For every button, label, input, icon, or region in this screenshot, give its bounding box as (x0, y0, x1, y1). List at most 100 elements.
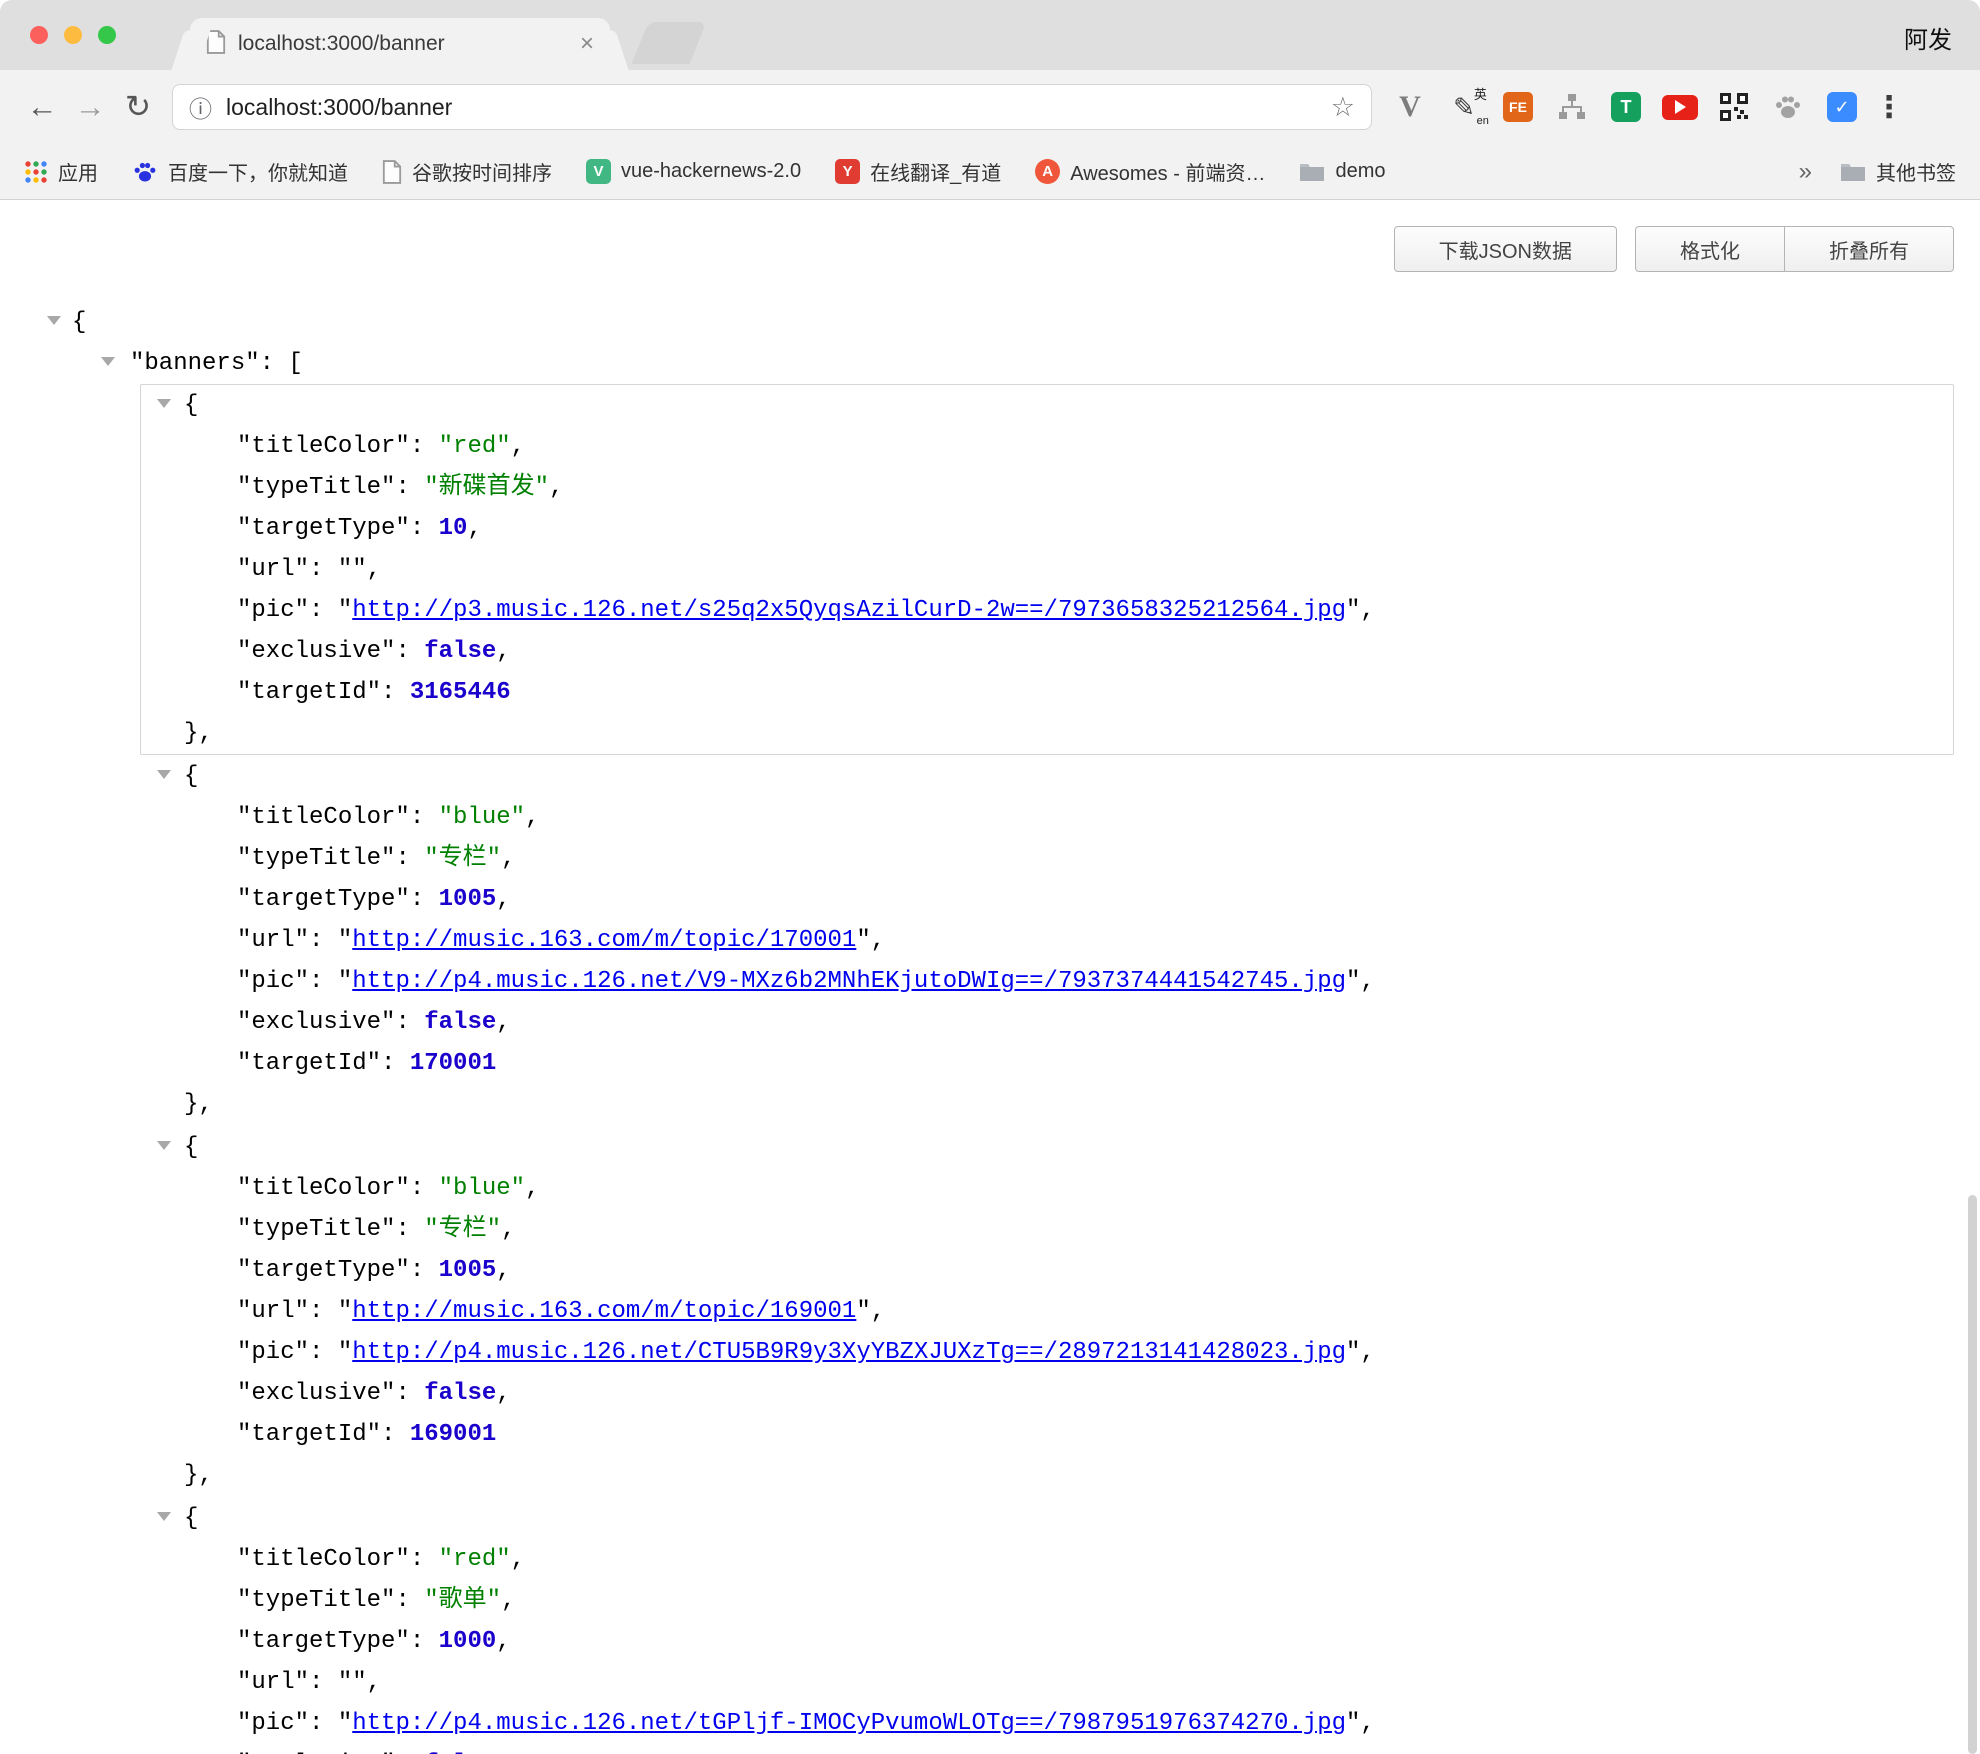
bookmarks-bar: 应用 百度一下，你就知道 谷歌按时间排序 Vvue-hackernews-2.0 Y 在线… (0, 144, 1980, 200)
extensions-row: V✎英enFE T ✓ (1388, 85, 1864, 129)
json-line: "pic": "http://p4.music.126.net/tGPljf-I… (141, 1703, 1953, 1744)
minimize-window-button[interactable] (64, 26, 82, 44)
v-gray-icon[interactable]: V (1388, 85, 1432, 129)
bookmark-star-icon[interactable]: ☆ (1331, 92, 1355, 123)
json-line: { (0, 302, 1980, 343)
json-line: "pic": "http://p4.music.126.net/CTU5B9R9… (141, 1332, 1953, 1373)
address-bar[interactable]: ⓘ localhost:3000/banner ☆ (172, 84, 1372, 130)
json-line: "typeTitle": "专栏", (141, 838, 1953, 879)
apps-grid-icon (24, 160, 48, 184)
bookmark-label: vue-hackernews-2.0 (621, 160, 801, 183)
fehelper-icon[interactable]: FE (1496, 85, 1540, 129)
json-line: "targetId": 170001 (141, 1043, 1953, 1084)
json-toolbar: 下载JSON数据 格式化 折叠所有 (0, 200, 1980, 272)
collapse-toggle-icon[interactable] (157, 399, 171, 408)
awesomes-icon: A (1035, 159, 1060, 184)
json-line: "url": "http://music.163.com/m/topic/170… (141, 920, 1953, 961)
json-link[interactable]: http://music.163.com/m/topic/170001 (352, 927, 856, 954)
vue-icon: V (586, 159, 611, 184)
bookmark-item[interactable]: Vvue-hackernews-2.0 (586, 159, 801, 184)
org-chart-icon[interactable] (1550, 85, 1594, 129)
tab-strip: localhost:3000/banner × 阿发 (0, 0, 1980, 70)
tab-title: localhost:3000/banner (238, 32, 568, 56)
bookmark-label: demo (1335, 160, 1385, 183)
new-tab-button[interactable] (632, 22, 707, 64)
bookmarks-left-group: 应用 百度一下，你就知道 谷歌按时间排序 Vvue-hackernews-2.0 Y 在线… (24, 157, 1419, 186)
bookmark-item[interactable]: 谷歌按时间排序 (382, 157, 552, 186)
json-link[interactable]: http://p3.music.126.net/s25q2x5QyqsAzilC… (352, 597, 1346, 624)
json-link[interactable]: http://p4.music.126.net/CTU5B9R9y3XyYBZX… (352, 1339, 1346, 1366)
profile-name: 阿发 (1904, 20, 1952, 55)
json-line: { (141, 756, 1953, 797)
browser-tab[interactable]: localhost:3000/banner × (190, 18, 610, 70)
youdao-icon: Y (835, 159, 860, 184)
json-object: {"titleColor": "red","typeTitle": "歌单","… (140, 1497, 1954, 1754)
collapse-toggle-icon[interactable] (157, 1141, 171, 1150)
bookmark-item[interactable]: 应用 (24, 157, 98, 186)
bookmark-item[interactable]: Y 在线翻译_有道 (835, 157, 1001, 186)
close-window-button[interactable] (30, 26, 48, 44)
youtube-icon[interactable] (1658, 85, 1702, 129)
json-line: "targetType": 10, (141, 508, 1953, 549)
json-line: "titleColor": "blue", (141, 797, 1953, 838)
json-link[interactable]: http://music.163.com/m/topic/169001 (352, 1298, 856, 1325)
bookmark-label: Awesomes - 前端资… (1070, 157, 1265, 186)
page-icon (382, 160, 402, 184)
bookmarks-overflow-icon[interactable]: » (1799, 158, 1812, 186)
window-controls (30, 26, 116, 44)
bookmark-item[interactable]: A Awesomes - 前端资… (1035, 157, 1265, 186)
blue-shield-check-icon[interactable]: ✓ (1820, 85, 1864, 129)
download-json-button[interactable]: 下载JSON数据 (1394, 226, 1617, 272)
forward-button[interactable]: → (66, 89, 114, 125)
youdao-dict-icon[interactable]: ✎英en (1442, 85, 1486, 129)
json-link[interactable]: http://p4.music.126.net/V9-MXz6b2MNhEKju… (352, 968, 1346, 995)
tab-close-icon[interactable]: × (580, 32, 594, 56)
url-text[interactable]: localhost:3000/banner (226, 94, 1317, 121)
json-line: "exclusive": false, (141, 1002, 1953, 1043)
json-line: { (141, 385, 1953, 426)
json-line: { (141, 1127, 1953, 1168)
json-line: "targetType": 1000, (141, 1621, 1953, 1662)
bookmark-label: 谷歌按时间排序 (412, 157, 552, 186)
browser-toolbar: ← → ↻ ⓘ localhost:3000/banner ☆ V✎英enFE T… (0, 70, 1980, 144)
json-line: "banners": [ (0, 343, 1980, 384)
collapse-toggle-icon[interactable] (47, 316, 61, 325)
json-line: "pic": "http://p3.music.126.net/s25q2x5Q… (141, 590, 1953, 631)
bookmark-label: 其他书签 (1876, 157, 1956, 186)
reload-button[interactable]: ↻ (114, 89, 162, 125)
qr-code-icon[interactable] (1712, 85, 1756, 129)
back-button[interactable]: ← (18, 89, 66, 125)
json-line: "typeTitle": "专栏", (141, 1209, 1953, 1250)
json-line: "url": "", (141, 1662, 1953, 1703)
bookmark-label: 在线翻译_有道 (870, 157, 1001, 186)
json-line: "typeTitle": "新碟首发", (141, 467, 1953, 508)
info-icon[interactable]: ⓘ (189, 90, 212, 124)
json-line: "targetId": 3165446 (141, 672, 1953, 713)
zoom-window-button[interactable] (98, 26, 116, 44)
bookmark-item[interactable]: 百度一下，你就知道 (132, 157, 348, 186)
json-line: "titleColor": "blue", (141, 1168, 1953, 1209)
json-link[interactable]: http://p4.music.126.net/tGPljf-IMOCyPvum… (352, 1710, 1346, 1737)
paw-icon[interactable] (1766, 85, 1810, 129)
json-line: "targetId": 169001 (141, 1414, 1953, 1455)
json-line: { (141, 1498, 1953, 1539)
json-line: "pic": "http://p4.music.126.net/V9-MXz6b… (141, 961, 1953, 1002)
green-square-icon[interactable]: T (1604, 85, 1648, 129)
json-object: {"titleColor": "blue","typeTitle": "专栏",… (140, 1126, 1954, 1497)
json-line: "titleColor": "red", (141, 426, 1953, 467)
menu-icon[interactable]: ⋮ (1872, 90, 1906, 125)
json-line: "targetType": 1005, (141, 1250, 1953, 1291)
collapse-toggle-icon[interactable] (101, 357, 115, 366)
collapse-all-button[interactable]: 折叠所有 (1785, 226, 1954, 272)
format-button[interactable]: 格式化 (1635, 226, 1785, 272)
json-object: {"titleColor": "blue","typeTitle": "专栏",… (140, 755, 1954, 1126)
json-line: }, (141, 713, 1953, 754)
json-line: "url": "http://music.163.com/m/topic/169… (141, 1291, 1953, 1332)
folder-icon (1840, 161, 1866, 182)
scrollbar-thumb[interactable] (1968, 1195, 1977, 1754)
collapse-toggle-icon[interactable] (157, 1512, 171, 1521)
json-line: }, (141, 1084, 1953, 1125)
collapse-toggle-icon[interactable] (157, 770, 171, 779)
other-bookmarks-folder[interactable]: 其他书签 (1840, 157, 1956, 186)
bookmark-item[interactable]: demo (1299, 160, 1385, 183)
